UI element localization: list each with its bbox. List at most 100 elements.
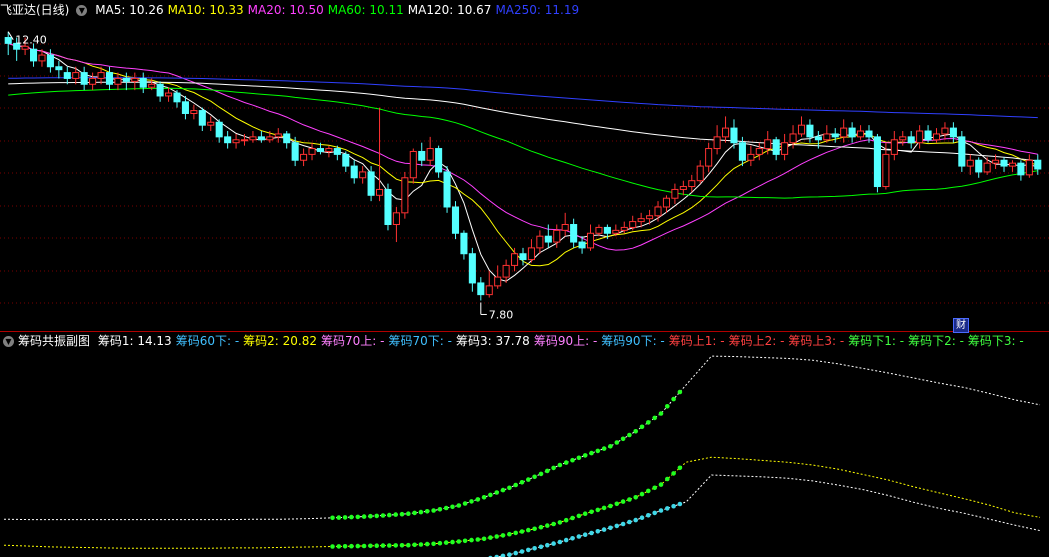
candle-down <box>848 127 856 138</box>
chip-dot <box>488 535 493 540</box>
candle-up <box>72 72 80 79</box>
candle-up <box>646 215 654 220</box>
candle-up <box>857 130 865 138</box>
chip-dot <box>608 503 613 509</box>
chip-dot <box>418 509 424 515</box>
candle-up <box>232 139 240 144</box>
candle-up <box>882 153 890 188</box>
candle-up <box>797 124 806 135</box>
chip-dot <box>639 515 645 520</box>
chip-dot <box>665 404 670 409</box>
candle-up <box>325 148 333 152</box>
sub-indicator-5: 筹码3: 37.78 <box>455 334 530 348</box>
chip-dot <box>652 485 657 491</box>
candle-up <box>629 221 637 228</box>
candle-down <box>367 171 375 196</box>
chip-dot <box>418 542 424 547</box>
chip-dot <box>412 542 417 548</box>
candle-down <box>949 127 957 138</box>
chip-dot <box>342 515 348 520</box>
high-label: 12.40 <box>15 34 47 47</box>
chip-dot <box>519 480 525 485</box>
chip-dot <box>582 511 588 516</box>
sub-indicator-1: 筹码60下: - <box>175 334 240 348</box>
candle-up <box>240 139 249 142</box>
sub-series-1 <box>3 456 1041 549</box>
chip-dot <box>494 490 500 495</box>
chip-dot <box>431 508 436 513</box>
sub-indicator-10: 筹码上3: - <box>788 334 845 348</box>
chip-dot <box>380 543 386 548</box>
candle-down <box>215 121 223 138</box>
candle-up <box>485 285 493 296</box>
stock-title[interactable]: 飞亚达(日线) <box>0 3 69 17</box>
candle-up <box>755 148 763 155</box>
kline-chart[interactable]: 12.40 7.80 <box>0 0 1049 557</box>
chip-dot <box>507 485 512 491</box>
chip-dot <box>633 517 638 523</box>
candle-down <box>46 54 54 68</box>
chip-dot <box>393 512 399 517</box>
candle-up <box>662 197 671 208</box>
candle-up <box>966 159 974 167</box>
chip-dot <box>406 511 411 516</box>
chip-dot <box>456 503 462 508</box>
candle-down <box>603 226 611 234</box>
candle-down <box>907 136 915 144</box>
candle-down <box>578 241 586 249</box>
chip-dot <box>557 539 563 545</box>
candle-up <box>375 188 384 196</box>
candle-up <box>553 229 561 243</box>
finance-badge[interactable]: 财 <box>953 318 969 333</box>
candle-up <box>401 177 409 214</box>
chip-dot <box>545 542 550 548</box>
chip-dot <box>532 474 537 480</box>
chip-dot <box>570 457 575 463</box>
chip-dot <box>387 512 392 518</box>
chip-dot <box>557 462 563 468</box>
chip-dot <box>614 501 620 507</box>
candle-down <box>139 77 147 88</box>
chip-dot <box>513 550 518 556</box>
candle-down <box>975 159 983 173</box>
chip-dot <box>538 471 544 477</box>
candle-up <box>300 153 308 161</box>
sub-series-2 <box>493 474 1041 557</box>
sub-indicator-6: 筹码90上: - <box>533 334 598 348</box>
chip-dot <box>671 396 676 402</box>
candle-up <box>747 153 755 161</box>
chip-dot <box>349 543 354 549</box>
candle-up <box>612 229 620 234</box>
candle-down <box>477 282 485 296</box>
candle-down <box>873 136 881 188</box>
chip-dot <box>620 436 626 442</box>
candle-up <box>789 133 797 144</box>
candle-up <box>696 165 704 182</box>
chip-dot <box>563 460 569 465</box>
chip-dot <box>639 491 645 497</box>
ma20-line <box>8 42 1038 251</box>
sub-series-0 <box>3 355 1041 521</box>
candle-down <box>958 136 966 167</box>
sub-chart-title[interactable]: 筹码共振副图 <box>18 334 90 348</box>
candle-down <box>418 150 426 161</box>
candle-up <box>899 136 907 141</box>
chip-dot <box>538 524 544 530</box>
candle-up <box>511 253 519 266</box>
chip-dot <box>494 534 500 539</box>
candle-up <box>527 247 535 261</box>
chip-dot <box>677 501 683 507</box>
chevron-down-icon[interactable]: ▼ <box>3 336 14 347</box>
chip-dot <box>336 515 342 520</box>
indicator-4: MA120: 10.67 <box>407 3 492 17</box>
main-header: 飞亚达(日线) ▼ MA5: 10.26 MA10: 10.33 MA20: 10.5… <box>0 2 587 18</box>
indicator-3: MA60: 10.11 <box>327 3 404 17</box>
candle-down <box>122 77 130 82</box>
candle-up <box>392 212 400 226</box>
candle-down <box>55 66 63 71</box>
chip-dot <box>330 544 335 549</box>
candle-down <box>772 139 780 155</box>
chip-dot <box>601 527 607 532</box>
candle-up <box>274 133 282 138</box>
chevron-down-icon[interactable]: ▼ <box>76 5 88 16</box>
